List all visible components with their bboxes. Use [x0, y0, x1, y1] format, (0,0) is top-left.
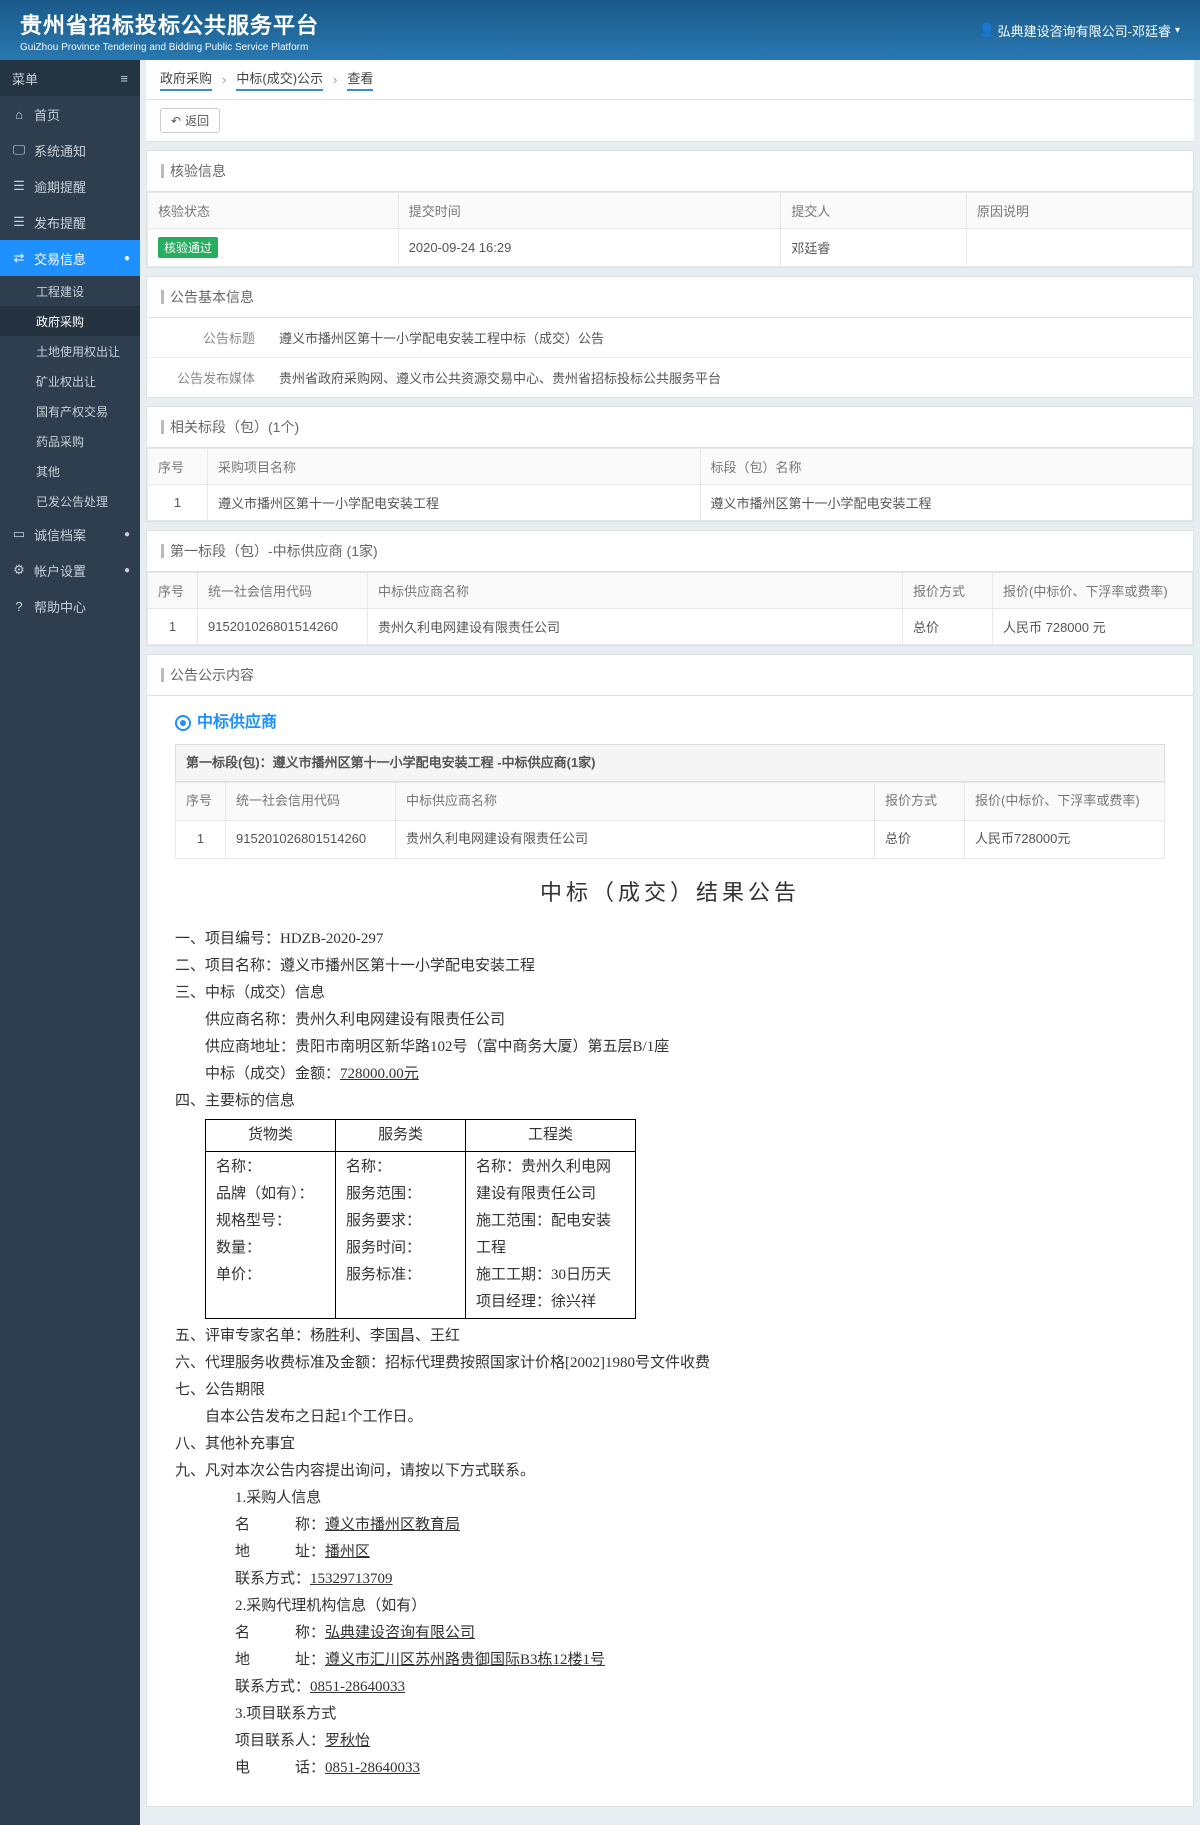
panel-verify: 核验信息 核验状态 提交时间 提交人 原因说明 核验通过 2020-09-24 … [146, 150, 1194, 268]
panel-title: 相关标段（包）(1个) [147, 407, 1193, 448]
table-row: 1 915201026801514260 贵州久利电网建设有限责任公司 总价 人… [148, 609, 1193, 645]
sidebar-item-publish[interactable]: ☰ 发布提醒 [0, 204, 140, 240]
sections-table: 序号 采购项目名称 标段（包）名称 1 遵义市播州区第十一小学配电安装工程 遵义… [147, 448, 1193, 521]
main-content: 政府采购 › 中标(成交)公示 › 查看 ↶ 返回 核验信息 核验状态 提交时间… [140, 60, 1200, 1825]
sidebar-item-overdue[interactable]: ☰ 逾期提醒 [0, 168, 140, 204]
hamburger-icon: ≡ [120, 71, 128, 86]
table-row: 1 915201026801514260 贵州久利电网建设有限责任公司 总价 人… [176, 821, 1165, 859]
sidebar-item-trade[interactable]: ⇄ 交易信息 ● [0, 240, 140, 276]
bid-info-table: 货物类 服务类 工程类 名称： 品牌（如有）： 规格型号： 数量： 单价： [205, 1119, 636, 1319]
announcement-title: 中标（成交）结果公告 [175, 875, 1165, 910]
sidebar-sub-drug[interactable]: 药品采购 [0, 426, 140, 456]
folder-icon: ▭ [12, 527, 26, 541]
breadcrumb-item: 查看 [347, 68, 373, 91]
user-name: 弘典建设咨询有限公司-邓廷睿 [998, 21, 1171, 40]
table-row: 1 遵义市播州区第十一小学配电安装工程 遵义市播州区第十一小学配电安装工程 [148, 485, 1193, 521]
sidebar-sub-gov-purchase[interactable]: 政府采购 [0, 306, 140, 336]
user-setting-icon: ⚙ [12, 563, 26, 577]
menu-label: 菜单 [12, 69, 38, 88]
dot-icon: ● [124, 565, 130, 576]
sidebar-sub-other[interactable]: 其他 [0, 456, 140, 486]
sidebar-sub-published[interactable]: 已发公告处理 [0, 486, 140, 516]
help-icon: ? [12, 599, 26, 613]
sidebar-sub-land[interactable]: 土地使用权出让 [0, 336, 140, 366]
chevron-right-icon: › [222, 72, 226, 87]
panel-basic: 公告基本信息 公告标题 遵义市播州区第十一小学配电安装工程中标（成交）公告 公告… [146, 276, 1194, 398]
sidebar-item-home[interactable]: ⌂ 首页 [0, 96, 140, 132]
sidebar-item-account[interactable]: ⚙ 帐户设置 ● [0, 552, 140, 588]
sidebar-menu-header[interactable]: 菜单 ≡ [0, 60, 140, 96]
user-dropdown[interactable]: 👤 弘典建设咨询有限公司-邓廷睿 ▾ [980, 21, 1180, 40]
kv-row: 公告标题 遵义市播州区第十一小学配电安装工程中标（成交）公告 [147, 318, 1193, 358]
chevron-right-icon: › [333, 72, 337, 87]
sidebar: 菜单 ≡ ⌂ 首页 🖵 系统通知 ☰ 逾期提醒 ☰ 发布提醒 ⇄ 交易信息 ● … [0, 60, 140, 1825]
breadcrumb-item[interactable]: 中标(成交)公示 [236, 68, 323, 91]
breadcrumb-item[interactable]: 政府采购 [160, 68, 212, 91]
supplier-heading: 中标供应商 [175, 710, 1165, 736]
panel-supplier: 第一标段（包）-中标供应商 (1家) 序号 统一社会信用代码 中标供应商名称 报… [146, 530, 1194, 646]
sidebar-sub-construction[interactable]: 工程建设 [0, 276, 140, 306]
panel-title: 公告公示内容 [147, 655, 1193, 696]
sidebar-sub-state-asset[interactable]: 国有产权交易 [0, 396, 140, 426]
panel-title: 公告基本信息 [147, 277, 1193, 318]
panel-content: 公告公示内容 中标供应商 第一标段(包)：遵义市播州区第十一小学配电安装工程 -… [146, 654, 1194, 1807]
arrow-left-icon: ↶ [171, 114, 181, 128]
chevron-down-icon: ▾ [1175, 25, 1180, 36]
home-icon: ⌂ [12, 107, 26, 121]
calendar-icon: ☰ [12, 179, 26, 193]
back-button[interactable]: ↶ 返回 [160, 108, 220, 133]
monitor-icon: 🖵 [12, 143, 26, 157]
kv-row: 公告发布媒体 贵州省政府采购网、遵义市公共资源交易中心、贵州省招标投标公共服务平… [147, 358, 1193, 397]
sub-table-header: 第一标段(包)：遵义市播州区第十一小学配电安装工程 -中标供应商(1家) [175, 744, 1165, 783]
announcement-body: 中标供应商 第一标段(包)：遵义市播州区第十一小学配电安装工程 -中标供应商(1… [147, 696, 1193, 1806]
supplier-table: 序号 统一社会信用代码 中标供应商名称 报价方式 报价(中标价、下浮率或费率) … [147, 572, 1193, 645]
breadcrumb: 政府采购 › 中标(成交)公示 › 查看 [146, 60, 1194, 100]
exchange-icon: ⇄ [12, 251, 26, 265]
panel-title: 核验信息 [147, 151, 1193, 192]
app-header: 贵州省招标投标公共服务平台 GuiZhou Province Tendering… [0, 0, 1200, 60]
status-badge: 核验通过 [158, 237, 218, 258]
panel-sections: 相关标段（包）(1个) 序号 采购项目名称 标段（包）名称 1 遵义市播州区第十… [146, 406, 1194, 522]
sidebar-item-notify[interactable]: 🖵 系统通知 [0, 132, 140, 168]
winner-table: 序号 统一社会信用代码 中标供应商名称 报价方式 报价(中标价、下浮率或费率) … [175, 782, 1165, 859]
calendar-icon: ☰ [12, 215, 26, 229]
user-icon: 👤 [980, 23, 994, 37]
panel-title: 第一标段（包）-中标供应商 (1家) [147, 531, 1193, 572]
dot-icon: ● [124, 529, 130, 540]
table-row: 核验通过 2020-09-24 16:29 邓廷睿 [148, 229, 1193, 267]
app-title: 贵州省招标投标公共服务平台 [20, 8, 319, 40]
sidebar-sub-mine[interactable]: 矿业权出让 [0, 366, 140, 396]
verify-table: 核验状态 提交时间 提交人 原因说明 核验通过 2020-09-24 16:29… [147, 192, 1193, 267]
target-icon [175, 715, 191, 731]
sidebar-item-help[interactable]: ? 帮助中心 [0, 588, 140, 624]
app-subtitle: GuiZhou Province Tendering and Bidding P… [20, 42, 319, 53]
sidebar-item-integrity[interactable]: ▭ 诚信档案 ● [0, 516, 140, 552]
minus-icon: ● [124, 253, 130, 264]
